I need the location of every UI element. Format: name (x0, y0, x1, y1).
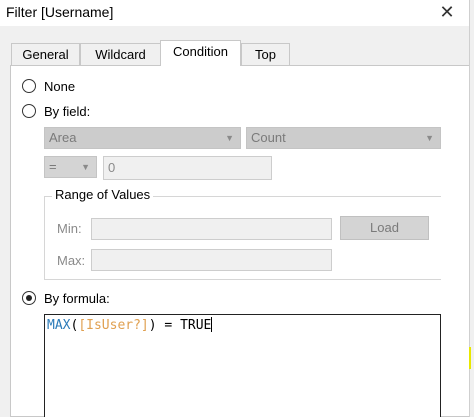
tab-wildcard[interactable]: Wildcard (80, 43, 161, 65)
tab-general[interactable]: General (11, 43, 80, 65)
field-select-value: Area (49, 130, 77, 145)
field-select[interactable]: Area ▼ (44, 127, 241, 149)
tab-label: Condition (173, 44, 228, 59)
min-input[interactable] (91, 218, 332, 240)
chevron-down-icon: ▼ (425, 133, 434, 143)
aggregation-select[interactable]: Count ▼ (246, 127, 441, 149)
operator-select[interactable]: = ▼ (44, 156, 97, 178)
by-formula-radio[interactable] (22, 291, 36, 305)
chevron-down-icon: ▼ (81, 162, 90, 172)
value-input[interactable]: 0 (103, 156, 272, 180)
title-bar: Filter [Username] ✕ (0, 0, 470, 26)
chevron-down-icon: ▼ (225, 133, 234, 143)
text-caret (211, 317, 213, 332)
formula-field: [IsUser?] (78, 318, 149, 333)
close-icon[interactable]: ✕ (432, 0, 462, 24)
none-label: None (44, 79, 76, 94)
max-input[interactable] (91, 249, 332, 271)
formula-rest: = TRUE (156, 318, 212, 333)
formula-editor[interactable]: MAX([IsUser?]) = TRUE (44, 314, 441, 417)
formula-function: MAX (47, 318, 71, 333)
by-formula-label: By formula: (44, 291, 110, 306)
window-title: Filter [Username] (6, 4, 114, 20)
formula-close-paren: ) (148, 318, 157, 333)
max-label: Max: (57, 253, 86, 268)
operator-select-value: = (49, 159, 57, 174)
aggregation-select-value: Count (251, 130, 286, 145)
by-field-radio[interactable] (22, 104, 36, 118)
none-radio[interactable] (22, 79, 36, 93)
min-label: Min: (57, 221, 82, 236)
by-field-label: By field: (44, 104, 91, 119)
load-button[interactable]: Load (340, 216, 429, 240)
tab-label: Wildcard (95, 47, 146, 62)
tab-condition[interactable]: Condition (160, 40, 241, 66)
tab-label: Top (255, 47, 276, 62)
tab-top[interactable]: Top (241, 43, 290, 65)
tab-label: General (22, 47, 69, 62)
range-of-values-label: Range of Values (52, 187, 154, 202)
